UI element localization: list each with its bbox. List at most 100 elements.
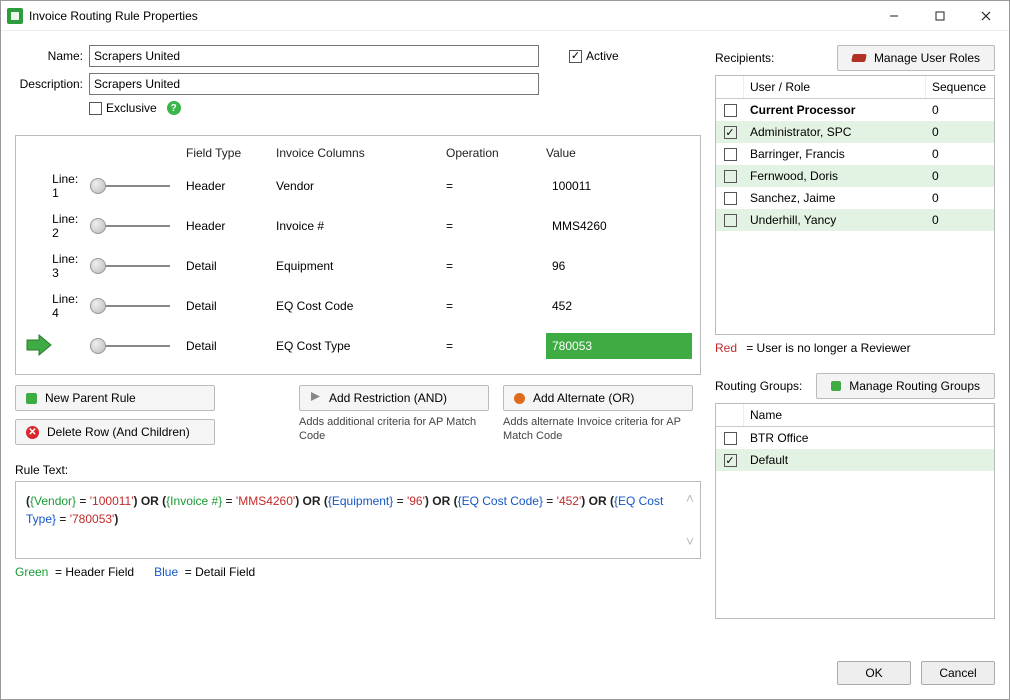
- new-parent-rule-button[interactable]: New Parent Rule: [15, 385, 215, 411]
- col-invoice-columns: Invoice Columns: [276, 146, 446, 160]
- recipient-row[interactable]: Underhill, Yancy0: [716, 209, 994, 231]
- value-cell[interactable]: 96: [546, 256, 692, 276]
- recipient-name: Fernwood, Doris: [744, 169, 926, 183]
- recipient-seq: 0: [926, 213, 994, 227]
- line-label: Line: 3: [52, 252, 86, 280]
- ok-button[interactable]: OK: [837, 661, 911, 685]
- recipient-checkbox[interactable]: [724, 104, 737, 117]
- recipient-seq: 0: [926, 169, 994, 183]
- value-cell[interactable]: MMS4260: [546, 216, 692, 236]
- operation-cell: =: [446, 259, 546, 273]
- add-alternate-button[interactable]: Add Alternate (OR): [503, 385, 693, 411]
- titlebar: Invoice Routing Rule Properties: [1, 1, 1009, 31]
- recipient-name: Current Processor: [744, 103, 926, 117]
- indent-slider[interactable]: [90, 217, 170, 235]
- rule-line[interactable]: Line: 4DetailEQ Cost Code=452: [24, 286, 692, 326]
- routing-row[interactable]: BTR Office: [716, 427, 994, 449]
- window-title: Invoice Routing Rule Properties: [29, 9, 198, 23]
- recipient-row[interactable]: Sanchez, Jaime0: [716, 187, 994, 209]
- delete-icon: ✕: [26, 426, 39, 439]
- rule-text-label: Rule Text:: [15, 463, 701, 477]
- recipient-row[interactable]: Barringer, Francis0: [716, 143, 994, 165]
- close-button[interactable]: [963, 1, 1009, 31]
- routing-checkbox[interactable]: ✓: [724, 454, 737, 467]
- invoice-column-cell: Invoice #: [276, 219, 446, 233]
- recipient-checkbox[interactable]: [724, 170, 737, 183]
- scroll-up-icon[interactable]: ˄: [686, 488, 694, 509]
- col-value: Value: [546, 146, 692, 160]
- field-type-cell: Header: [186, 219, 276, 233]
- manage-user-roles-button[interactable]: Manage User Roles: [837, 45, 995, 71]
- description-input[interactable]: [89, 73, 539, 95]
- name-input[interactable]: [89, 45, 539, 67]
- recipient-row[interactable]: ✓Administrator, SPC0: [716, 121, 994, 143]
- rule-line[interactable]: Line: 1HeaderVendor=100011: [24, 166, 692, 206]
- brick-icon: [851, 54, 867, 62]
- line-label: Line: 2: [52, 212, 86, 240]
- routing-name: Default: [744, 453, 994, 467]
- scroll-down-icon[interactable]: ˅: [686, 531, 694, 552]
- recipient-row[interactable]: Fernwood, Doris0: [716, 165, 994, 187]
- indent-slider[interactable]: [90, 257, 170, 275]
- add-restriction-button[interactable]: Add Restriction (AND): [299, 385, 489, 411]
- recipient-seq: 0: [926, 191, 994, 205]
- recipient-name: Administrator, SPC: [744, 125, 926, 139]
- routing-col-name: Name: [744, 404, 994, 426]
- window: Invoice Routing Rule Properties Name: ✓ …: [0, 0, 1010, 700]
- line-label: Line: 1: [52, 172, 86, 200]
- recipient-checkbox[interactable]: ✓: [724, 126, 737, 139]
- square-green-icon: [831, 381, 841, 391]
- add-restriction-desc: Adds additional criteria for AP Match Co…: [299, 415, 489, 444]
- rule-line[interactable]: DetailEQ Cost Type=780053: [24, 326, 692, 366]
- manage-routing-groups-button[interactable]: Manage Routing Groups: [816, 373, 995, 399]
- rules-grid: Field Type Invoice Columns Operation Val…: [15, 135, 701, 375]
- rule-line[interactable]: Line: 3DetailEquipment=96: [24, 246, 692, 286]
- help-icon[interactable]: ?: [167, 101, 181, 115]
- indent-slider[interactable]: [90, 177, 170, 195]
- field-type-cell: Detail: [186, 299, 276, 313]
- name-label: Name:: [15, 49, 89, 63]
- rule-text-legend: Green = Header Field Blue = Detail Field: [15, 565, 701, 579]
- rule-text: ˄ ˅ ({Vendor} = '100011') OR ({Invoice #…: [15, 481, 701, 559]
- col-field-type: Field Type: [186, 146, 276, 160]
- value-cell[interactable]: 780053: [546, 333, 692, 359]
- routing-checkbox[interactable]: [724, 432, 737, 445]
- minimize-button[interactable]: [871, 1, 917, 31]
- desc-label: Description:: [15, 77, 89, 91]
- indent-slider[interactable]: [90, 297, 170, 315]
- recipients-col-seq: Sequence: [926, 76, 994, 98]
- recipient-name: Barringer, Francis: [744, 147, 926, 161]
- routing-list: Name BTR Office ✓ Default: [715, 403, 995, 619]
- field-type-cell: Detail: [186, 339, 276, 353]
- recipients-col-name: User / Role: [744, 76, 926, 98]
- line-label: Line: 4: [52, 292, 86, 320]
- play-icon: [310, 391, 321, 405]
- delete-row-button[interactable]: ✕ Delete Row (And Children): [15, 419, 215, 445]
- exclusive-checkbox[interactable]: Exclusive: [89, 101, 157, 115]
- value-cell[interactable]: 100011: [546, 176, 692, 196]
- circle-orange-icon: [514, 393, 525, 404]
- recipients-list: User / Role Sequence Current Processor0✓…: [715, 75, 995, 335]
- recipient-checkbox[interactable]: [724, 214, 737, 227]
- maximize-button[interactable]: [917, 1, 963, 31]
- app-icon: [7, 8, 23, 24]
- indent-slider[interactable]: [90, 337, 170, 355]
- cancel-button[interactable]: Cancel: [921, 661, 995, 685]
- recipient-seq: 0: [926, 147, 994, 161]
- recipient-checkbox[interactable]: [724, 192, 737, 205]
- operation-cell: =: [446, 219, 546, 233]
- invoice-column-cell: EQ Cost Type: [276, 339, 446, 353]
- invoice-column-cell: Equipment: [276, 259, 446, 273]
- recipient-checkbox[interactable]: [724, 148, 737, 161]
- value-cell[interactable]: 452: [546, 296, 692, 316]
- invoice-column-cell: Vendor: [276, 179, 446, 193]
- recipients-note: Red = User is no longer a Reviewer: [715, 341, 995, 355]
- recipients-label: Recipients:: [715, 51, 837, 65]
- routing-name: BTR Office: [744, 431, 994, 445]
- routing-label: Routing Groups:: [715, 379, 816, 393]
- recipient-row[interactable]: Current Processor0: [716, 99, 994, 121]
- active-label: Active: [586, 49, 619, 63]
- routing-row[interactable]: ✓ Default: [716, 449, 994, 471]
- active-checkbox[interactable]: ✓ Active: [569, 49, 619, 63]
- rule-line[interactable]: Line: 2 HeaderInvoice #=MMS4260: [24, 206, 692, 246]
